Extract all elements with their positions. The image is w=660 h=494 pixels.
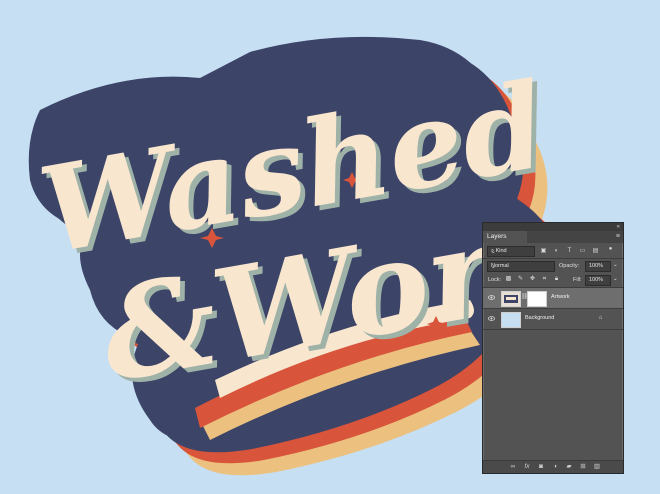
layer-name: Background bbox=[525, 315, 555, 321]
filter-row: ⌕ Kind ⌄ ▣ ◐ T ▭ ▤ ● bbox=[483, 245, 623, 257]
blend-row: Normal ⌄ Opacity: 100% ⌄ bbox=[483, 260, 623, 272]
filter-toggle-icon[interactable]: ● bbox=[607, 246, 614, 253]
collapse-icon[interactable]: « bbox=[617, 223, 620, 231]
tab-layers[interactable]: Layers bbox=[483, 231, 528, 243]
chevron-down-icon[interactable]: ⌄ bbox=[613, 276, 618, 282]
opacity-value: 100% bbox=[589, 263, 604, 269]
adjustment-icon[interactable]: ◑ bbox=[551, 463, 559, 471]
chevron-down-icon[interactable]: ⌄ bbox=[613, 262, 618, 268]
fill-field[interactable]: 100% bbox=[585, 275, 611, 286]
trash-icon[interactable]: ▥ bbox=[593, 463, 601, 471]
adjustment-filter-icon[interactable]: ◐ bbox=[553, 248, 560, 255]
fill-label: Fill: bbox=[573, 277, 582, 283]
lock-paint-icon[interactable]: ✎ bbox=[517, 276, 524, 283]
chevron-down-icon: ⌄ bbox=[491, 249, 496, 255]
shape-filter-icon[interactable]: ▭ bbox=[579, 248, 586, 255]
artwork-thumbnail-icon bbox=[504, 295, 518, 303]
type-filter-icon[interactable]: T bbox=[566, 248, 573, 255]
chevron-down-icon: ⌄ bbox=[491, 264, 496, 270]
layer-thumbnail bbox=[501, 291, 521, 307]
filter-kind-select[interactable]: ⌕ Kind ⌄ bbox=[487, 246, 535, 257]
lock-row: Lock: ▩ ✎ ✥ ⌗ 🔒︎ Fill: 100% ⌄ bbox=[483, 274, 623, 286]
eye-icon[interactable] bbox=[488, 294, 495, 301]
divider bbox=[483, 329, 623, 330]
opacity-field[interactable]: 100% bbox=[585, 261, 611, 272]
link-icon[interactable]: ∞ bbox=[509, 463, 517, 471]
layer-name: Artwork bbox=[551, 294, 570, 300]
folder-icon[interactable]: ▰ bbox=[565, 463, 573, 471]
layers-panel: « Layers ≡ ⌕ Kind ⌄ ▣ ◐ T ▭ ▤ ● Normal ⌄… bbox=[482, 222, 624, 474]
tab-strip bbox=[527, 231, 623, 243]
layer-row-artwork[interactable]: ⛓︎ Artwork bbox=[483, 288, 623, 308]
new-layer-icon[interactable]: ⊞ bbox=[579, 463, 587, 471]
layer-thumbnail bbox=[501, 312, 521, 328]
lock-icon: ⌂ bbox=[598, 315, 603, 321]
lock-transparent-icon[interactable]: ▩ bbox=[505, 276, 512, 283]
lock-label: Lock: bbox=[488, 277, 502, 283]
fx-icon[interactable]: fx bbox=[523, 463, 531, 471]
opacity-label: Opacity: bbox=[559, 263, 580, 269]
eye-icon[interactable] bbox=[488, 315, 495, 322]
layer-mask-thumbnail[interactable] bbox=[527, 291, 547, 307]
fill-value: 100% bbox=[589, 277, 604, 283]
lock-move-icon[interactable]: ✥ bbox=[529, 276, 536, 283]
blend-mode-select[interactable]: Normal ⌄ bbox=[487, 261, 555, 272]
mask-icon[interactable]: ◙ bbox=[537, 463, 545, 471]
smart-object-filter-icon[interactable]: ▤ bbox=[592, 248, 599, 255]
lock-all-icon[interactable]: 🔒︎ bbox=[553, 276, 560, 283]
divider bbox=[483, 258, 623, 259]
panel-title-bar[interactable]: « bbox=[483, 223, 623, 231]
mask-link-icon[interactable]: ⛓︎ bbox=[521, 294, 529, 301]
lock-artboard-icon[interactable]: ⌗ bbox=[541, 276, 548, 283]
tab-layers-label: Layers bbox=[487, 233, 507, 240]
panel-footer: ∞ fx ◙ ◑ ▰ ⊞ ▥ bbox=[483, 460, 623, 473]
panel-menu-icon[interactable]: ≡ bbox=[616, 232, 620, 242]
image-filter-icon[interactable]: ▣ bbox=[540, 248, 547, 255]
layer-row-background[interactable]: Background ⌂ bbox=[483, 309, 623, 329]
